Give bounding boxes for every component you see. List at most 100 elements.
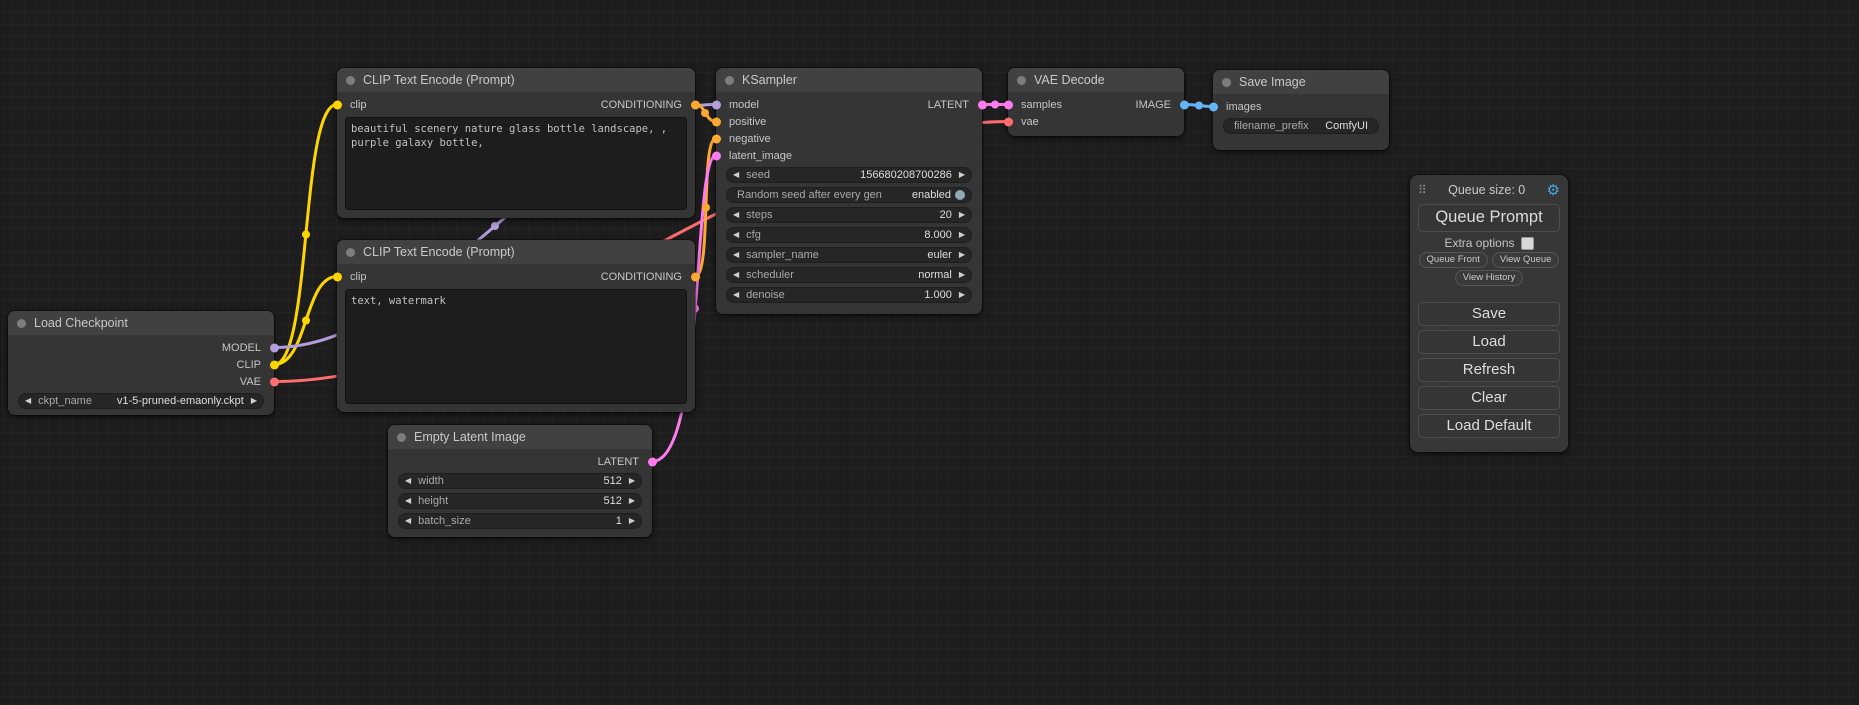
node-canvas[interactable]: { "colors": { "model": "#B39DDB", "clip"… [0,0,1859,705]
increment-arrow-icon[interactable]: ▶ [629,477,635,485]
wire-clip-to-negative[interactable] [274,277,337,365]
wire-clip-to-positive[interactable] [274,105,337,365]
output-slot-conditioning[interactable] [691,100,700,109]
link-midpoint-dot[interactable] [491,222,499,230]
decrement-arrow-icon[interactable]: ◀ [405,497,411,505]
extra-options-checkbox[interactable] [1521,237,1534,250]
widget-random-seed-toggle[interactable]: Random seed after every gen enabled [726,187,972,203]
view-history-button[interactable]: View History [1455,270,1524,286]
node-clip-text-encode-positive[interactable]: CLIP Text Encode (Prompt) clip CONDITION… [337,68,695,218]
increment-arrow-icon[interactable]: ▶ [959,171,965,179]
output-slot-latent[interactable] [648,457,657,466]
toggle-knob-icon[interactable] [955,190,965,200]
increment-arrow-icon[interactable]: ▶ [959,231,965,239]
collapse-dot-icon[interactable] [346,76,355,85]
widget-width[interactable]: ◀ width 512 ▶ [398,473,642,489]
queue-prompt-button[interactable]: Queue Prompt [1418,204,1560,232]
input-slot-vae[interactable] [1004,117,1013,126]
input-slot-clip[interactable] [333,272,342,281]
node-title-bar[interactable]: Load Checkpoint [8,311,274,335]
collapse-dot-icon[interactable] [17,319,26,328]
widget-label: width [418,475,444,487]
widget-filename-prefix[interactable]: filename_prefix ComfyUI [1223,118,1379,134]
drag-handle-icon[interactable]: ⠿ [1418,183,1427,197]
widget-steps[interactable]: ◀ steps 20 ▶ [726,207,972,223]
widget-label: height [418,495,448,507]
node-clip-text-encode-negative[interactable]: CLIP Text Encode (Prompt) clip CONDITION… [337,240,695,412]
increment-arrow-icon[interactable]: ▶ [629,517,635,525]
node-title-bar[interactable]: KSampler [716,68,982,92]
node-title-bar[interactable]: CLIP Text Encode (Prompt) [337,68,695,92]
node-save-image[interactable]: Save Image images filename_prefix ComfyU… [1213,70,1389,150]
prompt-textarea[interactable]: beautiful scenery nature glass bottle la… [345,117,687,210]
widget-cfg[interactable]: ◀ cfg 8.000 ▶ [726,227,972,243]
increment-arrow-icon[interactable]: ▶ [959,211,965,219]
queue-front-button[interactable]: Queue Front [1419,252,1488,268]
widget-height[interactable]: ◀ height 512 ▶ [398,493,642,509]
node-title-bar[interactable]: VAE Decode [1008,68,1184,92]
widget-scheduler[interactable]: ◀ scheduler normal ▶ [726,267,972,283]
node-load-checkpoint[interactable]: Load Checkpoint MODEL CLIP VAE ◀ ckpt_na… [8,311,274,415]
output-slot-clip[interactable] [270,360,279,369]
collapse-dot-icon[interactable] [1222,78,1231,87]
increment-arrow-icon[interactable]: ▶ [959,271,965,279]
increment-arrow-icon[interactable]: ▶ [959,291,965,299]
load-button[interactable]: Load [1418,330,1560,354]
input-slot-model[interactable] [712,100,721,109]
settings-gear-icon[interactable]: ⚙ [1547,183,1560,198]
increment-arrow-icon[interactable]: ▶ [629,497,635,505]
node-vae-decode[interactable]: VAE Decode samples IMAGE vae [1008,68,1184,136]
collapse-dot-icon[interactable] [725,76,734,85]
input-slot-samples[interactable] [1004,100,1013,109]
clear-button[interactable]: Clear [1418,386,1560,410]
decrement-arrow-icon[interactable]: ◀ [733,171,739,179]
output-slot-image[interactable] [1180,100,1189,109]
widget-label: steps [746,209,772,221]
output-slot-model[interactable] [270,343,279,352]
decrement-arrow-icon[interactable]: ◀ [733,271,739,279]
decrement-arrow-icon[interactable]: ◀ [405,517,411,525]
input-slot-latent-image[interactable] [712,151,721,160]
node-ksampler[interactable]: KSampler model LATENT positive negative … [716,68,982,314]
slot-row: CLIP [8,356,274,373]
widget-batch-size[interactable]: ◀ batch_size 1 ▶ [398,513,642,529]
collapse-dot-icon[interactable] [346,248,355,257]
collapse-dot-icon[interactable] [1017,76,1026,85]
widget-sampler-name[interactable]: ◀ sampler_name euler ▶ [726,247,972,263]
node-title-bar[interactable]: Empty Latent Image [388,425,652,449]
decrement-arrow-icon[interactable]: ◀ [733,251,739,259]
link-midpoint-dot[interactable] [302,317,310,325]
input-slot-negative[interactable] [712,134,721,143]
decrement-arrow-icon[interactable]: ◀ [733,231,739,239]
widget-ckpt-name[interactable]: ◀ ckpt_name v1-5-pruned-emaonly.ckpt ▶ [18,393,264,409]
input-slot-images[interactable] [1209,102,1218,111]
decrement-arrow-icon[interactable]: ◀ [25,397,31,405]
link-midpoint-dot[interactable] [702,204,710,212]
output-slot-vae[interactable] [270,377,279,386]
link-midpoint-dot[interactable] [701,109,709,117]
link-midpoint-dot[interactable] [991,101,999,109]
widget-denoise[interactable]: ◀ denoise 1.000 ▶ [726,287,972,303]
increment-arrow-icon[interactable]: ▶ [251,397,257,405]
node-title-bar[interactable]: CLIP Text Encode (Prompt) [337,240,695,264]
refresh-button[interactable]: Refresh [1418,358,1560,382]
slot-row: negative [716,130,982,147]
load-default-button[interactable]: Load Default [1418,414,1560,438]
collapse-dot-icon[interactable] [397,433,406,442]
node-title-bar[interactable]: Save Image [1213,70,1389,94]
widget-seed[interactable]: ◀ seed 156680208700286 ▶ [726,167,972,183]
link-midpoint-dot[interactable] [1195,102,1203,110]
decrement-arrow-icon[interactable]: ◀ [733,211,739,219]
output-slot-latent[interactable] [978,100,987,109]
increment-arrow-icon[interactable]: ▶ [959,251,965,259]
prompt-textarea[interactable]: text, watermark [345,289,687,404]
save-button[interactable]: Save [1418,302,1560,326]
decrement-arrow-icon[interactable]: ◀ [405,477,411,485]
decrement-arrow-icon[interactable]: ◀ [733,291,739,299]
input-slot-clip[interactable] [333,100,342,109]
input-slot-positive[interactable] [712,117,721,126]
link-midpoint-dot[interactable] [302,231,310,239]
view-queue-button[interactable]: View Queue [1492,252,1560,268]
output-slot-conditioning[interactable] [691,272,700,281]
node-empty-latent-image[interactable]: Empty Latent Image LATENT ◀ width 512 ▶ … [388,425,652,537]
